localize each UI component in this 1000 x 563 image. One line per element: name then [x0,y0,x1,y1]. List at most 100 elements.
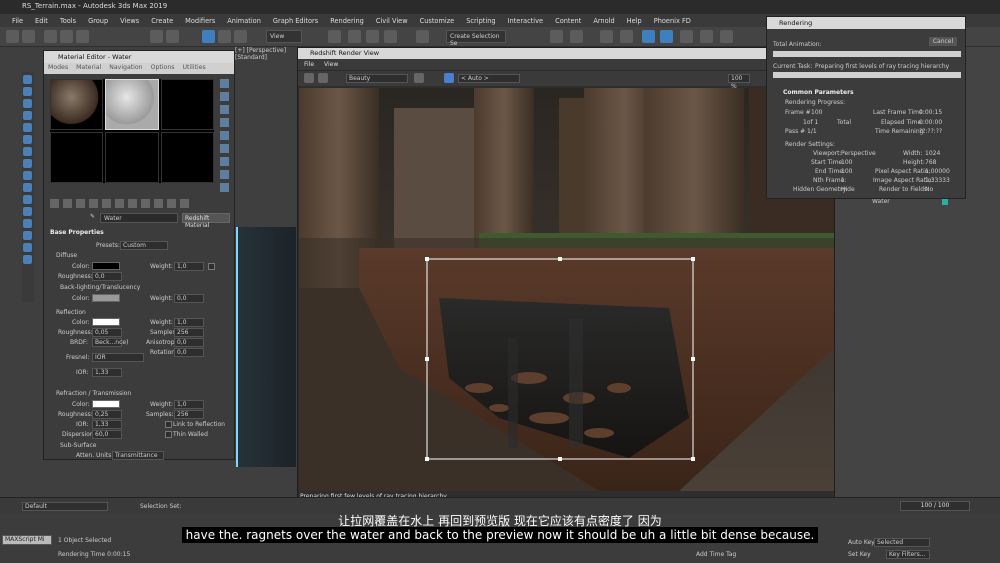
refl-roughness-field[interactable]: 0,05 [92,328,122,337]
schematic-icon[interactable] [620,30,633,43]
tool-icon[interactable] [23,183,32,192]
diffuse-color-swatch[interactable] [92,262,120,270]
camera-dropdown[interactable]: < Auto > [458,74,520,83]
menu-item[interactable]: Customize [414,17,461,25]
curve-editor-icon[interactable] [600,30,613,43]
render-start-icon[interactable] [304,73,314,83]
menu-item[interactable]: Edit [29,17,54,25]
menu-item[interactable]: Content [549,17,587,25]
undo-icon[interactable] [6,30,19,43]
material-menu-item[interactable]: Navigation [109,64,142,73]
brdf-dropdown[interactable]: Beck...nce) [92,338,128,347]
show-map-icon[interactable] [141,199,150,208]
sample-type-icon[interactable] [220,79,229,88]
selection-set-dropdown[interactable]: Create Selection Se [446,30,506,47]
tool-icon[interactable] [23,195,32,204]
refr-samples-field[interactable]: 256 [174,410,204,419]
select-by-material-icon[interactable] [220,170,229,179]
percent-snap-icon[interactable] [366,30,379,43]
menu-item[interactable]: Modifiers [179,17,221,25]
tool-icon[interactable] [23,123,32,132]
material-menu-item[interactable]: Options [151,64,175,73]
frame-counter[interactable]: 100 / 100 [900,501,970,511]
tool-icon[interactable] [23,243,32,252]
backlight-icon[interactable] [220,92,229,101]
back-weight-field[interactable]: 0,0 [174,294,204,303]
tool-icon[interactable] [23,75,32,84]
menu-item[interactable]: Animation [221,17,267,25]
refl-samples-field[interactable]: 256 [174,328,204,337]
tool-icon[interactable] [23,111,32,120]
render-setup-icon[interactable] [660,30,673,43]
material-menu-item[interactable]: Modes [48,64,68,73]
preview-icon[interactable] [220,144,229,153]
get-material-icon[interactable] [50,199,59,208]
material-menu-item[interactable]: Material [76,64,101,73]
presets-dropdown[interactable]: Custom [120,241,168,250]
tool-icon[interactable] [23,87,32,96]
back-color-swatch[interactable] [92,294,120,302]
menu-item[interactable]: Civil View [370,17,414,25]
tool-icon[interactable] [23,147,32,156]
menu-item[interactable]: Views [114,17,145,25]
tool-icon[interactable] [23,171,32,180]
ior-field[interactable]: 1,33 [92,368,122,377]
teapot-icon[interactable] [720,30,733,43]
refl-weight-field[interactable]: 1,0 [174,318,204,327]
menu-item[interactable]: Graph Editors [267,17,324,25]
material-editor-icon[interactable] [642,30,655,43]
bind-icon[interactable] [76,30,89,43]
tool-icon[interactable] [23,159,32,168]
material-slot[interactable] [160,79,214,130]
move-icon[interactable] [202,30,215,43]
menu-item[interactable]: Create [145,17,179,25]
put-to-library-icon[interactable] [115,199,124,208]
link-reflection-checkbox[interactable] [165,421,172,428]
tool-icon[interactable] [23,207,32,216]
layer-icon[interactable] [570,30,583,43]
menu-item[interactable]: Group [82,17,114,25]
rotate-icon[interactable] [218,30,231,43]
menu-item[interactable]: Phoenix FD [648,17,697,25]
atten-units-dropdown[interactable]: Transmittance [112,451,164,460]
material-id-icon[interactable] [128,199,137,208]
render-icon[interactable] [700,30,713,43]
material-slot[interactable] [105,132,159,183]
base-properties-header[interactable]: Base Properties [50,229,104,236]
uv-tiling-icon[interactable] [220,118,229,127]
material-color-icon[interactable] [942,199,948,205]
thin-walled-checkbox[interactable] [165,431,172,438]
material-slot[interactable] [160,132,214,183]
align-icon[interactable] [416,30,429,43]
diffuse-weight-field[interactable]: 1,0 [174,262,204,271]
refr-color-swatch[interactable] [92,400,120,408]
menu-item[interactable]: Rendering [324,17,370,25]
eyedropper-icon[interactable]: ✎ [90,213,95,220]
show-end-result-icon[interactable] [154,199,163,208]
tool-icon[interactable] [23,255,32,264]
menu-item[interactable]: File [6,17,29,25]
diffuse-roughness-field[interactable]: 0,0 [92,272,122,281]
anisotropy-field[interactable]: 0,0 [174,338,204,347]
redo-icon[interactable] [22,30,35,43]
menu-item[interactable]: Interactive [502,17,550,25]
tool-icon[interactable] [23,231,32,240]
common-parameters-header[interactable]: Common Parameters [783,89,854,96]
material-slot[interactable] [50,132,104,183]
go-forward-icon[interactable] [180,199,189,208]
key-filters-button[interactable]: Key Filters... [886,550,930,559]
tool-icon[interactable] [23,135,32,144]
cancel-button[interactable]: Cancel [929,37,957,46]
aov-dropdown[interactable]: Beauty [346,74,408,83]
menu-item[interactable]: Help [621,17,648,25]
diffuse-weight-map[interactable] [208,263,215,270]
snapshot-icon[interactable] [414,73,424,83]
region-icon[interactable] [444,73,454,83]
scene-explorer-icon[interactable] [550,30,563,43]
menu-item[interactable]: Tools [54,17,82,25]
dispersion-field[interactable]: 60,0 [92,430,122,439]
set-key-button[interactable]: Set Key [848,551,871,558]
material-name-field[interactable]: Water [100,213,178,223]
scale-icon[interactable] [234,30,247,43]
rotation-field[interactable]: 0,0 [174,348,204,357]
